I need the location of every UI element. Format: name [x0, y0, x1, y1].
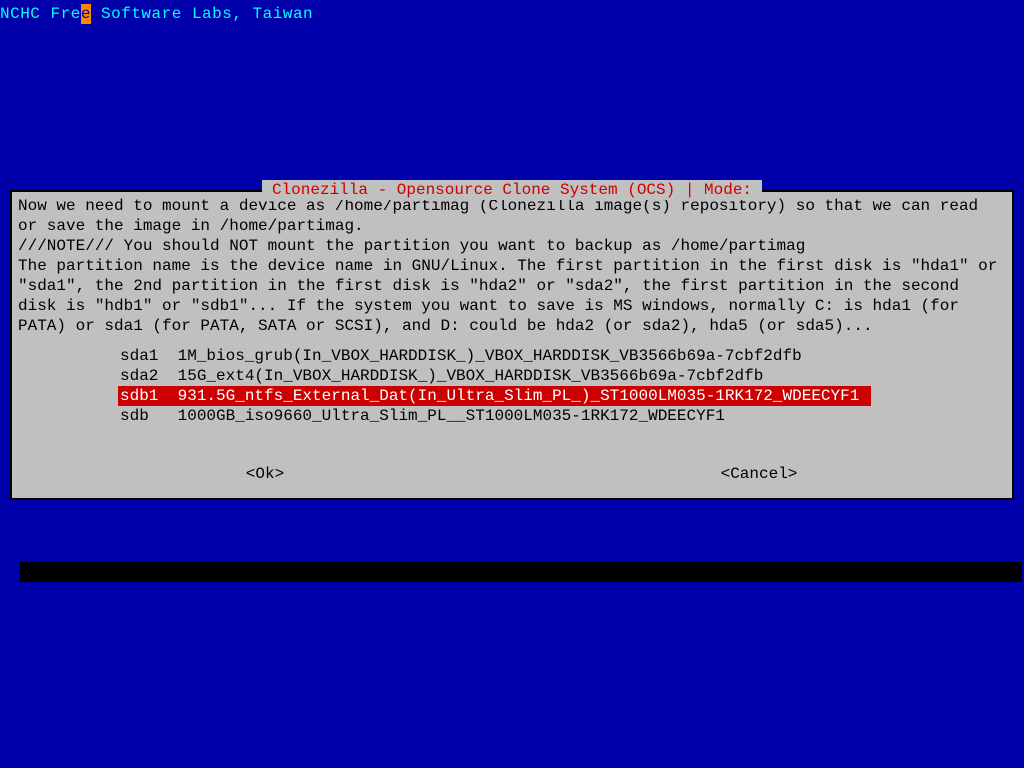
header: NCHC Free Software Labs, Taiwan: [0, 0, 1024, 24]
device-option-sda1[interactable]: sda1 1M_bios_grub(In_VBOX_HARDDISK_)_VBO…: [118, 346, 1006, 366]
cancel-button[interactable]: <Cancel>: [512, 464, 1006, 484]
device-list[interactable]: sda1 1M_bios_grub(In_VBOX_HARDDISK_)_VBO…: [118, 346, 1006, 426]
dialog-shadow: [20, 562, 1022, 582]
dialog-buttons: <Ok> <Cancel>: [18, 464, 1006, 484]
dialog: Clonezilla - Opensource Clone System (OC…: [10, 190, 1014, 500]
cursor: e: [81, 4, 91, 24]
device-option-sdb1[interactable]: sdb1 931.5G_ntfs_External_Dat(In_Ultra_S…: [118, 386, 871, 406]
device-option-sdb[interactable]: sdb 1000GB_iso9660_Ultra_Slim_PL__ST1000…: [118, 406, 1006, 426]
header-post: Software Labs, Taiwan: [91, 5, 313, 23]
header-pre: NCHC Fre: [0, 5, 81, 23]
ok-button[interactable]: <Ok>: [18, 464, 512, 484]
dialog-body: Now we need to mount a device as /home/p…: [18, 196, 1006, 336]
dialog-title: Clonezilla - Opensource Clone System (OC…: [262, 180, 762, 200]
device-option-sda2[interactable]: sda2 15G_ext4(In_VBOX_HARDDISK_)_VBOX_HA…: [118, 366, 1006, 386]
dialog-title-bar: Clonezilla - Opensource Clone System (OC…: [12, 180, 1012, 200]
